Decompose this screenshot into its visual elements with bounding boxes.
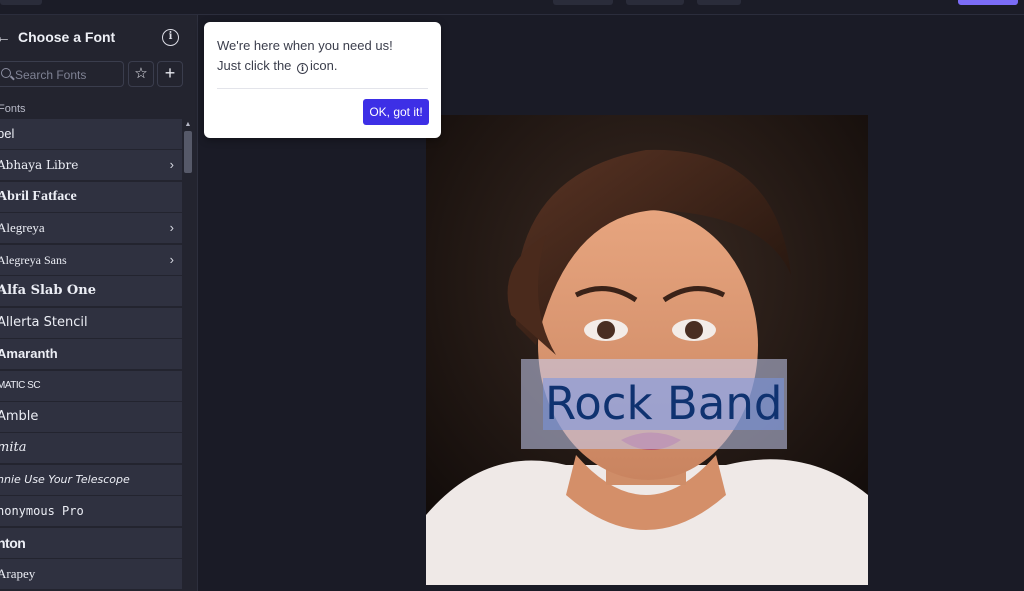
font-list-scrollbar[interactable]: ▲: [183, 119, 193, 591]
font-name: Alegreya Sans: [0, 252, 67, 267]
add-font-button[interactable]: +: [157, 61, 183, 87]
font-name: mita: [0, 440, 27, 456]
info-icon: i: [297, 63, 309, 74]
font-item[interactable]: Alfa Slab One: [0, 276, 182, 307]
favorites-button[interactable]: ☆: [128, 61, 154, 87]
chevron-right-icon: ›: [169, 157, 174, 173]
font-item[interactable]: nton: [0, 527, 182, 558]
section-label: Fonts: [0, 103, 26, 115]
chevron-right-icon: ›: [169, 251, 174, 267]
onboarding-tooltip: We're here when you need us! Just click …: [204, 22, 441, 138]
tooltip-instruction-after: icon.: [310, 58, 338, 73]
font-item[interactable]: MATIC SC: [0, 370, 182, 401]
font-item[interactable]: Abril Fatface: [0, 181, 182, 212]
top-toolbar: [0, 0, 1024, 15]
font-item[interactable]: Alegreya ›: [0, 213, 182, 244]
toolbar-button[interactable]: [553, 0, 613, 5]
font-item[interactable]: nonymous Pro: [0, 496, 182, 527]
font-panel: ← Choose a Font i ☆ + Fonts bel Abhaya L…: [0, 15, 198, 591]
font-item[interactable]: Amaranth: [0, 339, 182, 370]
font-item[interactable]: Alegreya Sans ›: [0, 244, 182, 275]
font-name: bel: [0, 126, 15, 141]
tooltip-message: We're here when you need us!: [217, 38, 393, 53]
font-name: Allerta Stencil: [0, 314, 88, 330]
canvas-text-layer[interactable]: Rock Band: [543, 378, 785, 430]
font-item[interactable]: mita: [0, 433, 182, 464]
font-name: Abhaya Libre: [0, 158, 79, 173]
panel-title: Choose a Font: [18, 29, 116, 45]
tooltip-instruction: Just click the i icon.: [217, 58, 338, 74]
font-name: Alegreya: [0, 220, 45, 236]
font-name: nton: [0, 534, 26, 551]
font-name: Abril Fatface: [0, 188, 77, 204]
tooltip-instruction-before: Just click the: [217, 58, 292, 73]
font-name: MATIC SC: [0, 379, 41, 391]
star-icon: ☆: [134, 65, 148, 82]
canvas-image[interactable]: [426, 115, 868, 585]
arrow-left-icon[interactable]: ←: [0, 25, 12, 53]
font-name: Alfa Slab One: [0, 283, 96, 299]
scroll-up-arrow-icon[interactable]: ▲: [183, 121, 193, 129]
plus-icon: +: [164, 63, 176, 83]
font-name: Amble: [0, 408, 39, 424]
primary-action-button[interactable]: [958, 0, 1018, 5]
font-item[interactable]: Amble: [0, 401, 182, 432]
font-item[interactable]: Allerta Stencil: [0, 307, 182, 338]
info-icon[interactable]: i: [162, 29, 179, 46]
font-list: bel Abhaya Libre › Abril Fatface Alegrey…: [0, 119, 182, 591]
chevron-right-icon: ›: [169, 220, 174, 236]
toolbar-button[interactable]: [0, 0, 42, 5]
font-name: nonymous Pro: [0, 504, 84, 519]
search-icon: [1, 68, 11, 78]
ok-got-it-button[interactable]: OK, got it!: [363, 99, 429, 125]
divider: [217, 88, 428, 89]
font-name: Amaranth: [0, 346, 58, 362]
panel-header: ← Choose a Font i: [0, 25, 197, 53]
font-item[interactable]: nnie Use Your Telescope: [0, 464, 182, 495]
font-item[interactable]: Abhaya Libre ›: [0, 150, 182, 181]
font-name: Arapey: [0, 566, 36, 582]
search-input[interactable]: [15, 66, 119, 84]
toolbar-button[interactable]: [626, 0, 684, 5]
scroll-thumb[interactable]: [184, 131, 192, 173]
font-item[interactable]: bel: [0, 119, 182, 149]
toolbar-button[interactable]: [697, 0, 741, 5]
font-name: nnie Use Your Telescope: [0, 472, 130, 486]
search-box[interactable]: [0, 61, 124, 87]
font-item[interactable]: Arapey: [0, 559, 182, 590]
